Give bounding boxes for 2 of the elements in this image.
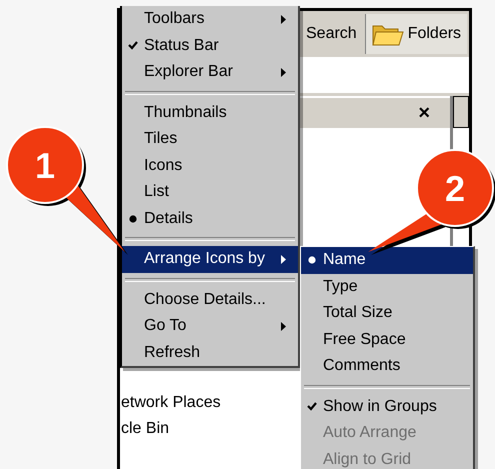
callout-number: 2 [444,168,466,209]
callout-number: 1 [34,145,56,186]
